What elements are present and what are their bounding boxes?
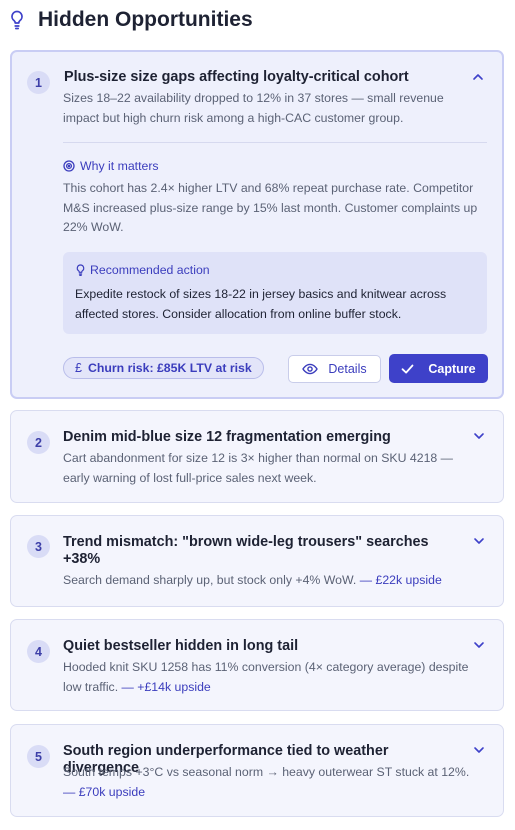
chevron-down-icon[interactable] — [472, 638, 486, 652]
description-text: South temps +3°C vs seasonal norm → heav… — [63, 765, 470, 779]
opportunity-number: 2 — [27, 431, 50, 454]
lightbulb-icon — [10, 9, 28, 31]
description-text: Cart abandonment for size 12 is 3× highe… — [63, 451, 453, 485]
churn-risk-badge: £ Churn risk: £85K LTV at risk — [63, 357, 264, 379]
chevron-down-icon[interactable] — [472, 534, 486, 548]
chevron-down-icon[interactable] — [472, 743, 486, 757]
opportunity-title: Quiet bestseller hidden in long tail — [63, 638, 299, 654]
recommended-action-text: Expedite restock of sizes 18-22 in jerse… — [75, 287, 447, 321]
target-icon — [63, 160, 75, 172]
opportunity-title: Plus-size size gaps affecting loyalty-cr… — [64, 69, 409, 85]
opportunity-description: Hooded knit SKU 1258 has 11% conversion … — [63, 658, 483, 697]
opportunity-description: South temps +3°C vs seasonal norm → heav… — [63, 763, 483, 802]
opportunity-card-3[interactable]: 3 Trend mismatch: "brown wide-leg trouse… — [10, 515, 504, 607]
why-it-matters-label: Why it matters — [80, 159, 159, 173]
opportunity-number: 1 — [27, 71, 50, 94]
chevron-down-icon[interactable] — [472, 429, 486, 443]
section-header: Hidden Opportunities — [10, 8, 253, 32]
check-icon — [401, 364, 414, 373]
why-it-matters-heading: Why it matters — [63, 159, 159, 173]
opportunity-number: 3 — [27, 535, 50, 558]
opportunity-card-2[interactable]: 2 Denim mid-blue size 12 fragmentation e… — [10, 410, 504, 503]
description-text: Search demand sharply up, but stock only… — [63, 573, 360, 587]
opportunity-description: Search demand sharply up, but stock only… — [63, 571, 483, 591]
opportunity-card-1[interactable]: 1 Plus-size size gaps affecting loyalty-… — [10, 50, 504, 399]
opportunity-card-4[interactable]: 4 Quiet bestseller hidden in long tail H… — [10, 619, 504, 711]
page-title: Hidden Opportunities — [38, 8, 253, 31]
opportunity-description: Cart abandonment for size 12 is 3× highe… — [63, 449, 483, 488]
upside-value: — £22k upside — [359, 573, 442, 587]
churn-risk-label: Churn risk: £85K LTV at risk — [87, 361, 252, 375]
divider — [63, 142, 487, 143]
capture-button-label: Capture — [428, 361, 476, 376]
opportunity-title: Denim mid-blue size 12 fragmentation eme… — [63, 429, 391, 445]
opportunity-number: 5 — [27, 745, 50, 768]
recommended-action-heading: Recommended action — [76, 263, 210, 277]
pound-icon: £ — [75, 361, 82, 375]
why-it-matters-text: This cohort has 2.4× higher LTV and 68% … — [63, 181, 478, 234]
opportunity-description: Sizes 18–22 availability dropped to 12% … — [63, 91, 444, 125]
lightbulb-icon — [76, 264, 85, 276]
opportunity-number: 4 — [27, 640, 50, 663]
upside-value: — £70k upside — [63, 784, 146, 799]
upside-value: — +£14k upside — [121, 679, 211, 694]
opportunity-title: Trend mismatch: "brown wide-leg trousers… — [63, 534, 429, 567]
eye-icon — [302, 363, 319, 375]
details-button-label: Details — [328, 362, 367, 376]
recommended-action-box: Recommended action Expedite restock of s… — [63, 252, 487, 334]
capture-button[interactable]: Capture — [389, 354, 488, 383]
chevron-up-icon[interactable] — [471, 70, 485, 84]
opportunity-card-5[interactable]: 5 South region underperformance tied to … — [10, 724, 504, 817]
details-button[interactable]: Details — [288, 355, 381, 383]
recommended-action-label: Recommended action — [90, 263, 210, 277]
